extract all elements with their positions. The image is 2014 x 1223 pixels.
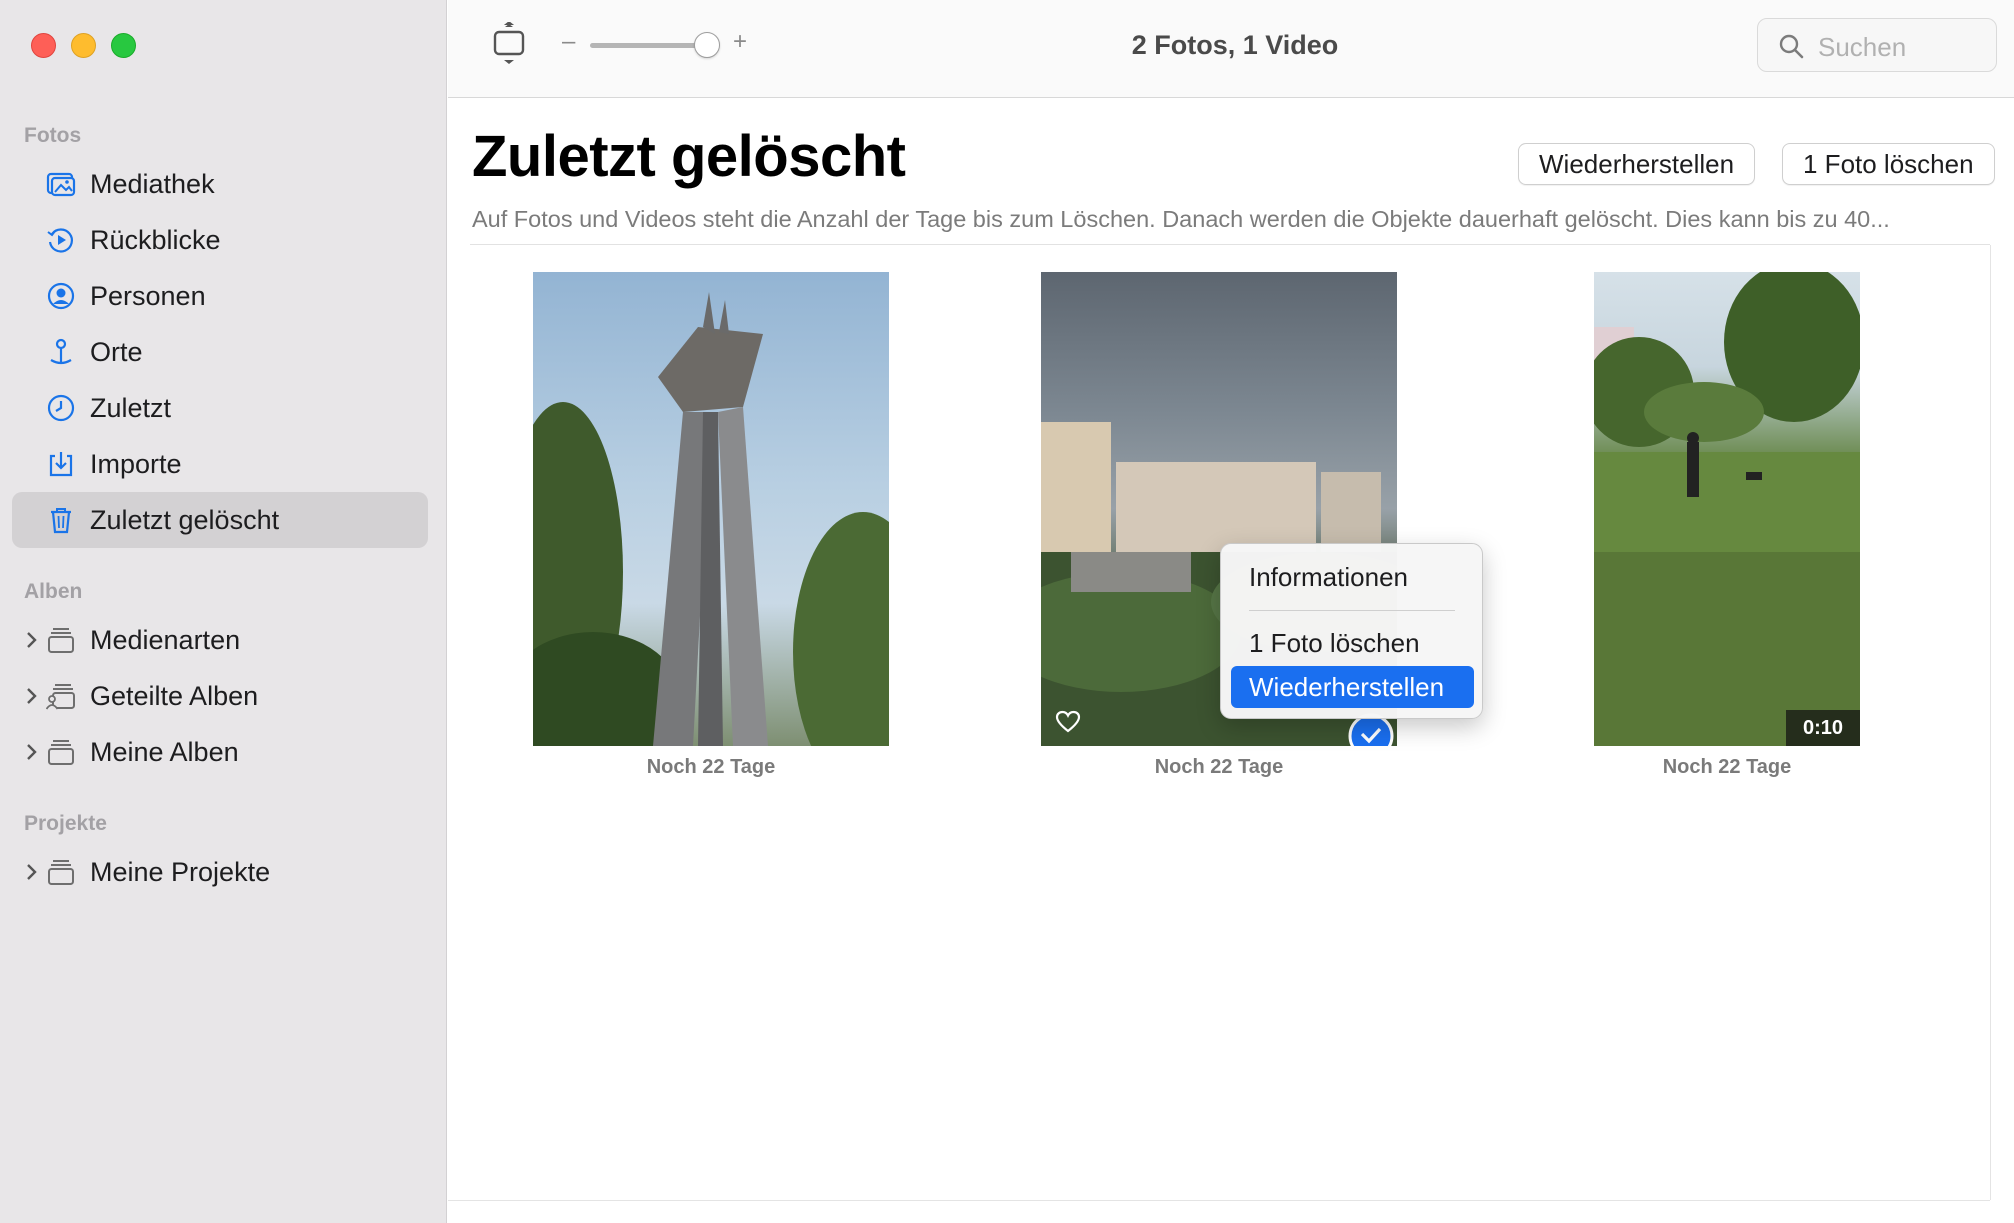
info-text: Auf Fotos und Videos steht die Anzahl de… — [472, 206, 1890, 232]
places-icon — [50, 338, 72, 365]
sidebar-item-label: Rückblicke — [90, 225, 221, 255]
sidebar-item-label: Importe — [90, 449, 182, 479]
slideshow-toggle-icon[interactable] — [492, 22, 526, 66]
scrollbar-track[interactable] — [1990, 245, 1991, 1200]
sidebar-item-label: Meine Projekte — [90, 857, 271, 887]
sidebar-item-rueckblicke[interactable]: Rückblicke — [12, 212, 428, 268]
header-divider — [470, 244, 1990, 245]
sidebar-item-meine-projekte[interactable]: Meine Projekte — [12, 844, 428, 900]
recents-icon — [47, 394, 75, 422]
restore-button[interactable]: Wiederherstellen — [1518, 143, 1756, 185]
minimize-window-button[interactable] — [71, 33, 96, 58]
chevron-right-icon[interactable] — [22, 684, 42, 708]
search-placeholder: Suchen — [1818, 32, 1907, 62]
zoom-in-label[interactable]: + — [733, 28, 747, 56]
album-stack-icon — [48, 628, 74, 653]
imports-icon — [49, 452, 73, 477]
context-menu-separator — [1249, 610, 1455, 611]
sidebar-item-label: Geteilte Alben — [90, 681, 259, 711]
video-duration: 0:10 — [1786, 710, 1860, 746]
delete-button[interactable]: 1 Foto löschen — [1782, 143, 1995, 185]
context-menu-item-restore[interactable]: Wiederherstellen — [1231, 666, 1474, 708]
video-thumbnail-3[interactable]: 0:10 — [1594, 272, 1860, 746]
sidebar-item-zuletzt-geloescht[interactable]: Zuletzt gelöscht — [12, 492, 428, 548]
video-field-image — [1594, 272, 1860, 746]
zoom-window-button[interactable] — [111, 33, 136, 58]
sidebar-item-label: Meine Alben — [90, 737, 239, 767]
sidebar-item-geteilte-alben[interactable]: Geteilte Alben — [12, 668, 428, 724]
section-header-fotos: Fotos — [24, 124, 82, 147]
search-field[interactable]: Suchen — [1757, 18, 1997, 72]
photo-caption-1: Noch 22 Tage — [646, 756, 776, 778]
album-stack-icon — [48, 740, 74, 765]
sidebar-item-mediathek[interactable]: Mediathek — [12, 156, 428, 212]
photo-thumbnail-1[interactable] — [533, 272, 889, 746]
heart-icon[interactable] — [1055, 710, 1081, 734]
chevron-right-icon[interactable] — [22, 740, 42, 764]
sidebar-item-meine-alben[interactable]: Meine Alben — [12, 724, 428, 780]
context-menu-item-delete[interactable]: 1 Foto löschen — [1231, 622, 1474, 664]
people-icon — [47, 282, 75, 310]
trash-icon — [51, 508, 71, 534]
sidebar-item-orte[interactable]: Orte — [12, 324, 428, 380]
window-title: 2 Fotos, 1 Video — [1131, 30, 1339, 60]
bottom-divider — [448, 1200, 1990, 1201]
photo-caption-3: Noch 22 Tage — [1662, 756, 1792, 778]
chevron-right-icon[interactable] — [22, 860, 42, 884]
page-title: Zuletzt gelöscht — [472, 124, 906, 189]
sidebar-item-label: Zuletzt gelöscht — [90, 505, 280, 535]
section-header-alben: Alben — [24, 580, 83, 603]
context-menu-item-informationen[interactable]: Informationen — [1231, 556, 1474, 598]
photo-tower-image — [533, 292, 889, 746]
sidebar-item-medienarten[interactable]: Medienarten — [12, 612, 428, 668]
zoom-slider[interactable] — [590, 43, 700, 48]
sidebar-item-label: Zuletzt — [90, 393, 172, 423]
zoom-out-label[interactable]: – — [562, 28, 575, 56]
album-stack-icon — [48, 860, 74, 885]
sidebar-item-label: Medienarten — [90, 625, 241, 655]
sidebar-item-label: Mediathek — [90, 169, 215, 199]
sidebar-item-zuletzt[interactable]: Zuletzt — [12, 380, 428, 436]
photo-caption-2: Noch 22 Tage — [1154, 756, 1284, 778]
toolbar: – + 2 Fotos, 1 Video Suchen — [448, 0, 2014, 98]
sidebar-item-label: Personen — [90, 281, 206, 311]
sidebar-item-label: Orte — [90, 337, 143, 367]
chevron-right-icon[interactable] — [22, 628, 42, 652]
search-icon — [1779, 34, 1804, 59]
section-header-projekte: Projekte — [24, 812, 107, 835]
shared-album-icon — [46, 684, 75, 710]
memories-icon — [47, 228, 73, 253]
sidebar: Fotos Mediathek Rückblicke Personen Orte… — [0, 0, 447, 1223]
context-menu: Informationen 1 Foto löschen Wiederherst… — [1220, 543, 1483, 719]
sidebar-item-importe[interactable]: Importe — [12, 436, 428, 492]
library-icon — [46, 172, 76, 197]
sidebar-item-personen[interactable]: Personen — [12, 268, 428, 324]
zoom-slider-knob[interactable] — [694, 32, 720, 58]
close-window-button[interactable] — [31, 33, 56, 58]
